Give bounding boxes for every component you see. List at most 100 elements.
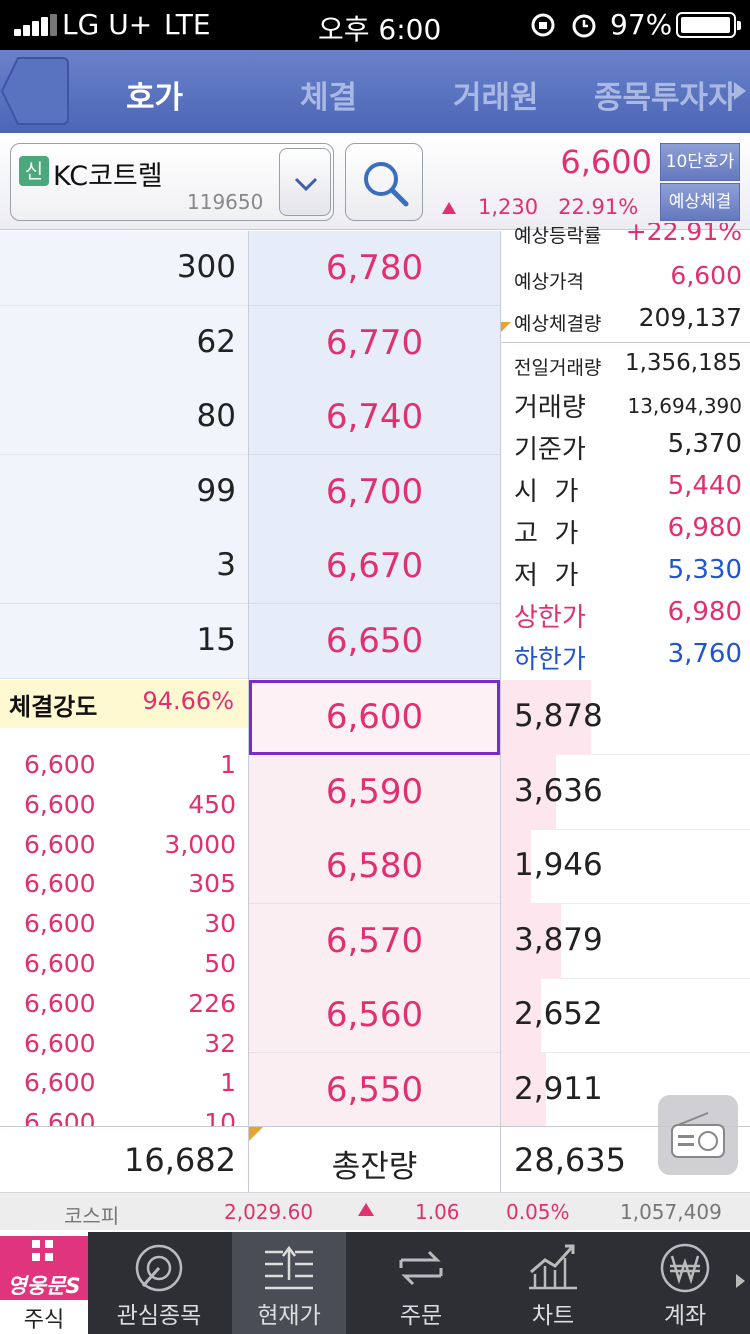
index-change: 1.06	[415, 1200, 460, 1224]
trade-row: 6,600 305	[0, 869, 248, 909]
bid-volume-cell[interactable]: 1,946	[501, 829, 750, 904]
ask-volume: 99	[196, 472, 236, 509]
bid-volume-cell[interactable]: 2,652	[501, 978, 750, 1053]
trade-price: 6,600	[24, 909, 96, 939]
trade-price: 6,600	[24, 829, 96, 859]
trade-qty: 305	[188, 869, 236, 899]
trade-strength: 체결강도 94.66%	[0, 680, 248, 728]
volume-value: 13,694,390	[627, 394, 742, 418]
tab-label-account: 계좌	[663, 1303, 707, 1329]
brand-logo: 영웅문S	[0, 1236, 88, 1300]
prev-volume-row: 전일거래량 1,356,185	[514, 347, 742, 387]
bid-volume-cell[interactable]: 3,879	[501, 903, 750, 979]
up-triangle-icon	[442, 202, 456, 214]
ask-volume-cell[interactable]: 3	[0, 529, 248, 605]
ask-price[interactable]: 6,650	[249, 604, 500, 679]
ask-volume-cell[interactable]: 99	[0, 454, 248, 530]
bid-price[interactable]: 6,550	[249, 1052, 500, 1128]
tab-label-watchlist: 관심종목	[116, 1303, 202, 1329]
bid-price[interactable]: 6,580	[249, 829, 500, 904]
order-icon	[399, 1250, 443, 1286]
tab-hoga[interactable]: 호가	[126, 72, 183, 117]
expected-trade-button[interactable]: 예상체결	[660, 183, 740, 221]
watchlist-icon	[135, 1244, 183, 1292]
expected-volume-label: 예상체결량	[514, 313, 602, 335]
low-price-row: 저 가 5,330	[514, 555, 742, 595]
corner-marker-icon	[501, 322, 511, 332]
chart-icon	[529, 1244, 577, 1290]
trade-qty: 450	[188, 789, 236, 819]
trade-qty: 10	[204, 1108, 236, 1126]
base-price-value: 5,370	[667, 429, 742, 459]
base-price-row: 기준가 5,370	[514, 429, 742, 469]
panel-divider	[501, 342, 750, 343]
trade-qty: 3,000	[164, 829, 236, 859]
trade-row: 6,600 1	[0, 1068, 248, 1108]
stock-dropdown-button[interactable]	[279, 148, 331, 216]
total-label: 총잔량	[331, 1149, 418, 1185]
trade-strength-value: 94.66%	[142, 687, 234, 715]
search-button[interactable]	[345, 143, 423, 221]
tab-investors[interactable]: 종목투자자	[594, 72, 737, 117]
expected-price-row: 예상가격 6,600	[514, 261, 742, 301]
back-arrow-icon[interactable]	[0, 56, 70, 126]
trade-list[interactable]: 6,600 1 6,600 450 6,600 3,000 6,600 305 6,600 30 6…	[0, 740, 248, 1126]
expected-price-value: 6,600	[670, 261, 742, 290]
tab-order[interactable]: 주문	[364, 1232, 478, 1334]
base-price-label: 기준가	[514, 435, 586, 465]
trade-price: 6,600	[24, 1068, 96, 1098]
change-amount: 1,230	[478, 195, 539, 219]
ask-price[interactable]: 6,670	[249, 529, 500, 605]
ask-volume-cell[interactable]: 300	[0, 231, 248, 306]
tab-chegyeol[interactable]: 체결	[300, 72, 357, 117]
trade-row: 6,600 3,000	[0, 830, 248, 870]
trade-price: 6,600	[24, 789, 96, 819]
totals-row: 16,682 총잔량 28,635	[0, 1126, 750, 1193]
bid-volume-cell[interactable]: 5,878	[501, 680, 750, 755]
trade-qty: 32	[204, 1028, 236, 1058]
bid-volume-cell[interactable]: 3,636	[501, 754, 750, 830]
ask-volume-cell[interactable]: 15	[0, 604, 248, 679]
trade-price: 6,600	[24, 750, 96, 779]
tab-current-price[interactable]: 현재가	[232, 1232, 346, 1334]
ask-volume-cell[interactable]: 80	[0, 380, 248, 456]
index-ticker[interactable]: 코스피 2,029.60 1.06 0.05% 1,057,409	[0, 1192, 750, 1230]
battery-icon	[676, 12, 741, 38]
tab-watchlist[interactable]: 관심종목	[102, 1232, 216, 1334]
bid-total: 28,635	[514, 1141, 626, 1179]
trade-price: 6,600	[24, 988, 96, 1018]
radio-button[interactable]	[658, 1095, 738, 1175]
ask-volume-cell[interactable]: 62	[0, 305, 248, 381]
bid-price[interactable]: 6,590	[249, 754, 500, 830]
ask-volume: 15	[196, 622, 236, 658]
price-change: 1,230 22.91%	[442, 195, 638, 219]
low-price-value: 5,330	[667, 555, 742, 585]
current-price-cell[interactable]: 6,600	[249, 680, 500, 755]
trade-qty: 30	[204, 909, 236, 939]
stock-code: 119650	[187, 190, 264, 214]
trade-qty: 226	[188, 988, 236, 1018]
brand-tab[interactable]: 영웅문S 주식	[0, 1232, 88, 1334]
ask-price[interactable]: 6,740	[249, 380, 500, 456]
quote-info-panel: 예상등락률 +22.91% 예상가격 6,600 예상체결량 209,137 전…	[501, 223, 750, 679]
bid-volume: 3,636	[514, 772, 603, 809]
depth-10-button[interactable]: 10단호가	[660, 143, 740, 181]
bid-price[interactable]: 6,570	[249, 903, 500, 979]
bid-price[interactable]: 6,560	[249, 978, 500, 1053]
prev-volume-label: 전일거래량	[514, 357, 602, 379]
stock-selector[interactable]: 신 KC코트렐 119650	[10, 143, 334, 221]
trade-price: 6,600	[24, 1108, 96, 1126]
trade-price: 6,600	[24, 869, 96, 899]
expected-rate-row: 예상등락률 +22.91%	[514, 223, 742, 255]
tab-label-current-price: 현재가	[257, 1303, 321, 1329]
trade-qty: 1	[220, 750, 236, 779]
tab-chart[interactable]: 차트	[496, 1232, 610, 1334]
ask-price[interactable]: 6,700	[249, 454, 500, 530]
tab-scroll-right-icon[interactable]	[734, 82, 746, 100]
tab-account[interactable]: 계좌	[628, 1232, 742, 1334]
tab-brokers[interactable]: 거래원	[453, 72, 539, 117]
ask-price[interactable]: 6,780	[249, 231, 500, 306]
scroll-right-icon[interactable]	[736, 1274, 745, 1288]
network-label: LTE	[164, 8, 211, 41]
ask-price[interactable]: 6,770	[249, 305, 500, 381]
